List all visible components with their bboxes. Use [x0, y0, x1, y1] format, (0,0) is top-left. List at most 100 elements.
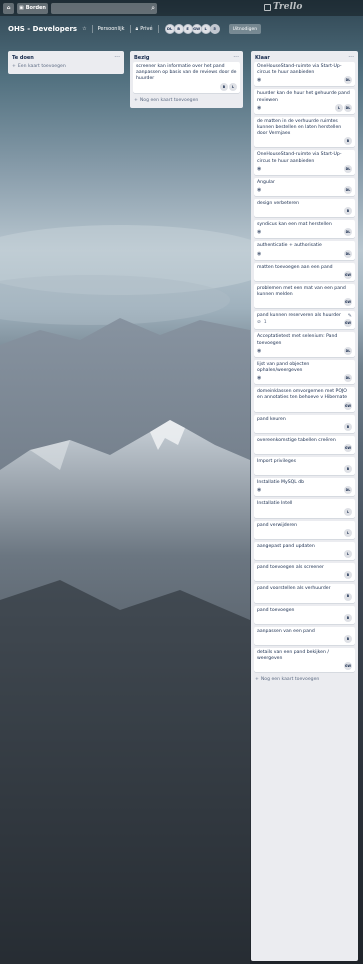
card[interactable]: pand kunnen reserveren als huurder ✎ ⊘ 1 GW — [254, 311, 355, 330]
member-avatar[interactable]: B — [344, 422, 352, 431]
card[interactable]: de matten in de verhuurde ruimtes kunnen… — [254, 116, 355, 148]
list-title[interactable]: Klaar — [255, 55, 270, 61]
personal-team-button[interactable]: Persoonlijk — [98, 26, 125, 32]
card[interactable]: OneHouseStand-ruimte via Start-Up-circus… — [254, 62, 355, 87]
plus-icon: + — [134, 97, 138, 103]
home-icon: ⌂ — [6, 5, 11, 11]
card-members: B — [344, 592, 352, 601]
add-card-button[interactable]: + Nog een kaart toevoegen — [254, 675, 355, 684]
invite-button[interactable]: Uitnodigen — [228, 24, 262, 34]
card[interactable]: aanpassen van een pand B — [254, 626, 355, 645]
member-avatar[interactable]: L — [344, 507, 352, 516]
attachment-count: 1 — [263, 320, 267, 326]
card[interactable]: authenticatie + authorisatie ◉ DL — [254, 241, 355, 260]
member-avatar[interactable]: DL — [344, 346, 352, 355]
member-avatar[interactable]: DL — [344, 249, 352, 258]
list-menu-icon[interactable]: ··· — [114, 54, 120, 60]
search-input[interactable] — [50, 2, 157, 14]
plus-icon: + — [255, 677, 259, 683]
member-avatar[interactable]: DL — [344, 76, 352, 85]
member-avatar[interactable]: DL — [344, 186, 352, 195]
card-members: L — [344, 528, 352, 537]
member-avatar[interactable]: GW — [344, 270, 352, 279]
member-avatar[interactable]: L — [344, 550, 352, 559]
card[interactable]: pand verwijderen L — [254, 520, 355, 539]
member-avatar[interactable]: L — [344, 528, 352, 537]
card[interactable]: lijst van pand objecten ophalen/weergeve… — [254, 359, 355, 385]
card[interactable]: aangepast pand updaten L — [254, 541, 355, 561]
list-menu-icon[interactable]: ··· — [233, 54, 239, 60]
edit-card-icon[interactable]: ✎ — [348, 313, 352, 319]
add-card-button[interactable]: + Een kaart toevoegen — [11, 62, 121, 71]
search-icon[interactable]: ⌕ — [151, 4, 155, 13]
card[interactable]: OneHouseStand-ruimte via Start-Up-circus… — [254, 150, 355, 175]
card-title: huurder kan de huur het gehuurde pand re… — [257, 91, 350, 103]
card[interactable]: problemen met een mat van een pand kunne… — [254, 283, 355, 309]
star-icon[interactable]: ☆ — [82, 26, 86, 32]
boards-button[interactable]: ▣ Borden — [17, 2, 48, 14]
card-footer: B — [257, 207, 352, 216]
card[interactable]: domeinklassen omvorgemen met POJO en ann… — [254, 387, 355, 412]
card-title: de matten in de verhuurde ruimtes kunnen… — [257, 118, 342, 137]
card[interactable]: screener kan informatie over het pand aa… — [133, 62, 240, 93]
card[interactable]: huurder kan de huur het gehuurde pand re… — [254, 89, 355, 114]
card-members: L — [344, 507, 352, 516]
card[interactable]: pand toevoegen B — [254, 605, 355, 624]
card-footer: ◉ DL — [257, 486, 352, 495]
card[interactable]: Import privileges B — [254, 457, 355, 476]
card[interactable]: Acceptatietest met selenium: Pand toevoe… — [254, 332, 355, 357]
member-avatar[interactable]: B — [344, 634, 352, 643]
card[interactable]: Angular ◉ DL — [254, 177, 355, 197]
member-avatar[interactable]: DL — [344, 228, 352, 237]
member-avatar[interactable]: DL — [344, 164, 352, 173]
card-members: B — [344, 422, 352, 431]
card[interactable]: matten toevoegen aan een pand GW — [254, 262, 355, 281]
home-button[interactable]: ⌂ — [3, 2, 14, 14]
member-avatar[interactable]: L — [335, 103, 343, 112]
card[interactable]: pand toevoegen als screener B — [254, 563, 355, 582]
member-avatar[interactable]: B — [344, 613, 352, 622]
visibility-button[interactable]: 🔒︎ Privé — [136, 26, 153, 32]
member-avatar[interactable]: DL — [344, 103, 352, 112]
list-menu-icon[interactable]: ··· — [348, 54, 354, 60]
board-members: DL B E GW L 5 — [164, 24, 220, 34]
member-avatar[interactable]: B — [344, 592, 352, 601]
trello-logo[interactable]: Trello — [264, 2, 302, 12]
member-avatar[interactable]: GW — [344, 319, 352, 328]
card-members: DL — [344, 186, 352, 195]
card[interactable]: syndicus kan een mat herstellen ◉ DL — [254, 220, 355, 239]
card[interactable]: design verbeteren B — [254, 199, 355, 218]
member-avatar[interactable]: B — [344, 571, 352, 580]
member-count-badge[interactable]: 5 — [209, 24, 220, 34]
card-members: GW — [344, 270, 352, 279]
member-avatar[interactable]: GW — [344, 662, 352, 671]
card[interactable]: Installatie MySQL db ◉ DL — [254, 478, 355, 497]
divider — [91, 25, 93, 33]
member-avatar[interactable]: B — [220, 82, 228, 91]
member-avatar[interactable]: B — [344, 465, 352, 474]
member-avatar[interactable]: DL — [344, 486, 352, 495]
card[interactable]: details van een pand bekijken / weergeve… — [254, 647, 355, 673]
card[interactable]: pand voorstellen als verhuurder B — [254, 584, 355, 603]
card-members: B — [344, 465, 352, 474]
card-members: GW — [344, 662, 352, 671]
card[interactable]: Installatie Intell L — [254, 499, 355, 518]
board-title[interactable]: OHS - Developers — [8, 25, 77, 33]
card-title: OneHouseStand-ruimte via Start-Up-circus… — [257, 152, 342, 164]
member-avatar[interactable]: L — [229, 82, 237, 91]
list-title[interactable]: Te doen — [12, 55, 34, 61]
list-title[interactable]: Bezig — [134, 55, 149, 61]
card[interactable]: pand keuren B — [254, 414, 355, 433]
member-avatar[interactable]: DL — [344, 374, 352, 383]
member-avatar[interactable]: B — [344, 207, 352, 216]
card[interactable]: overeenkomstige tabellen creëren GW — [254, 435, 355, 455]
card-badges: ◉ — [257, 229, 261, 235]
add-card-button[interactable]: + Nog een kaart toevoegen — [133, 96, 240, 105]
card-members: B — [344, 613, 352, 622]
member-avatar[interactable]: GW — [344, 298, 352, 307]
card-title: lijst van pand objecten ophalen/weergeve… — [257, 361, 310, 374]
list-header: Te doen ··· — [11, 53, 121, 62]
member-avatar[interactable]: GW — [344, 444, 352, 453]
member-avatar[interactable]: B — [344, 137, 352, 146]
member-avatar[interactable]: GW — [344, 401, 352, 410]
